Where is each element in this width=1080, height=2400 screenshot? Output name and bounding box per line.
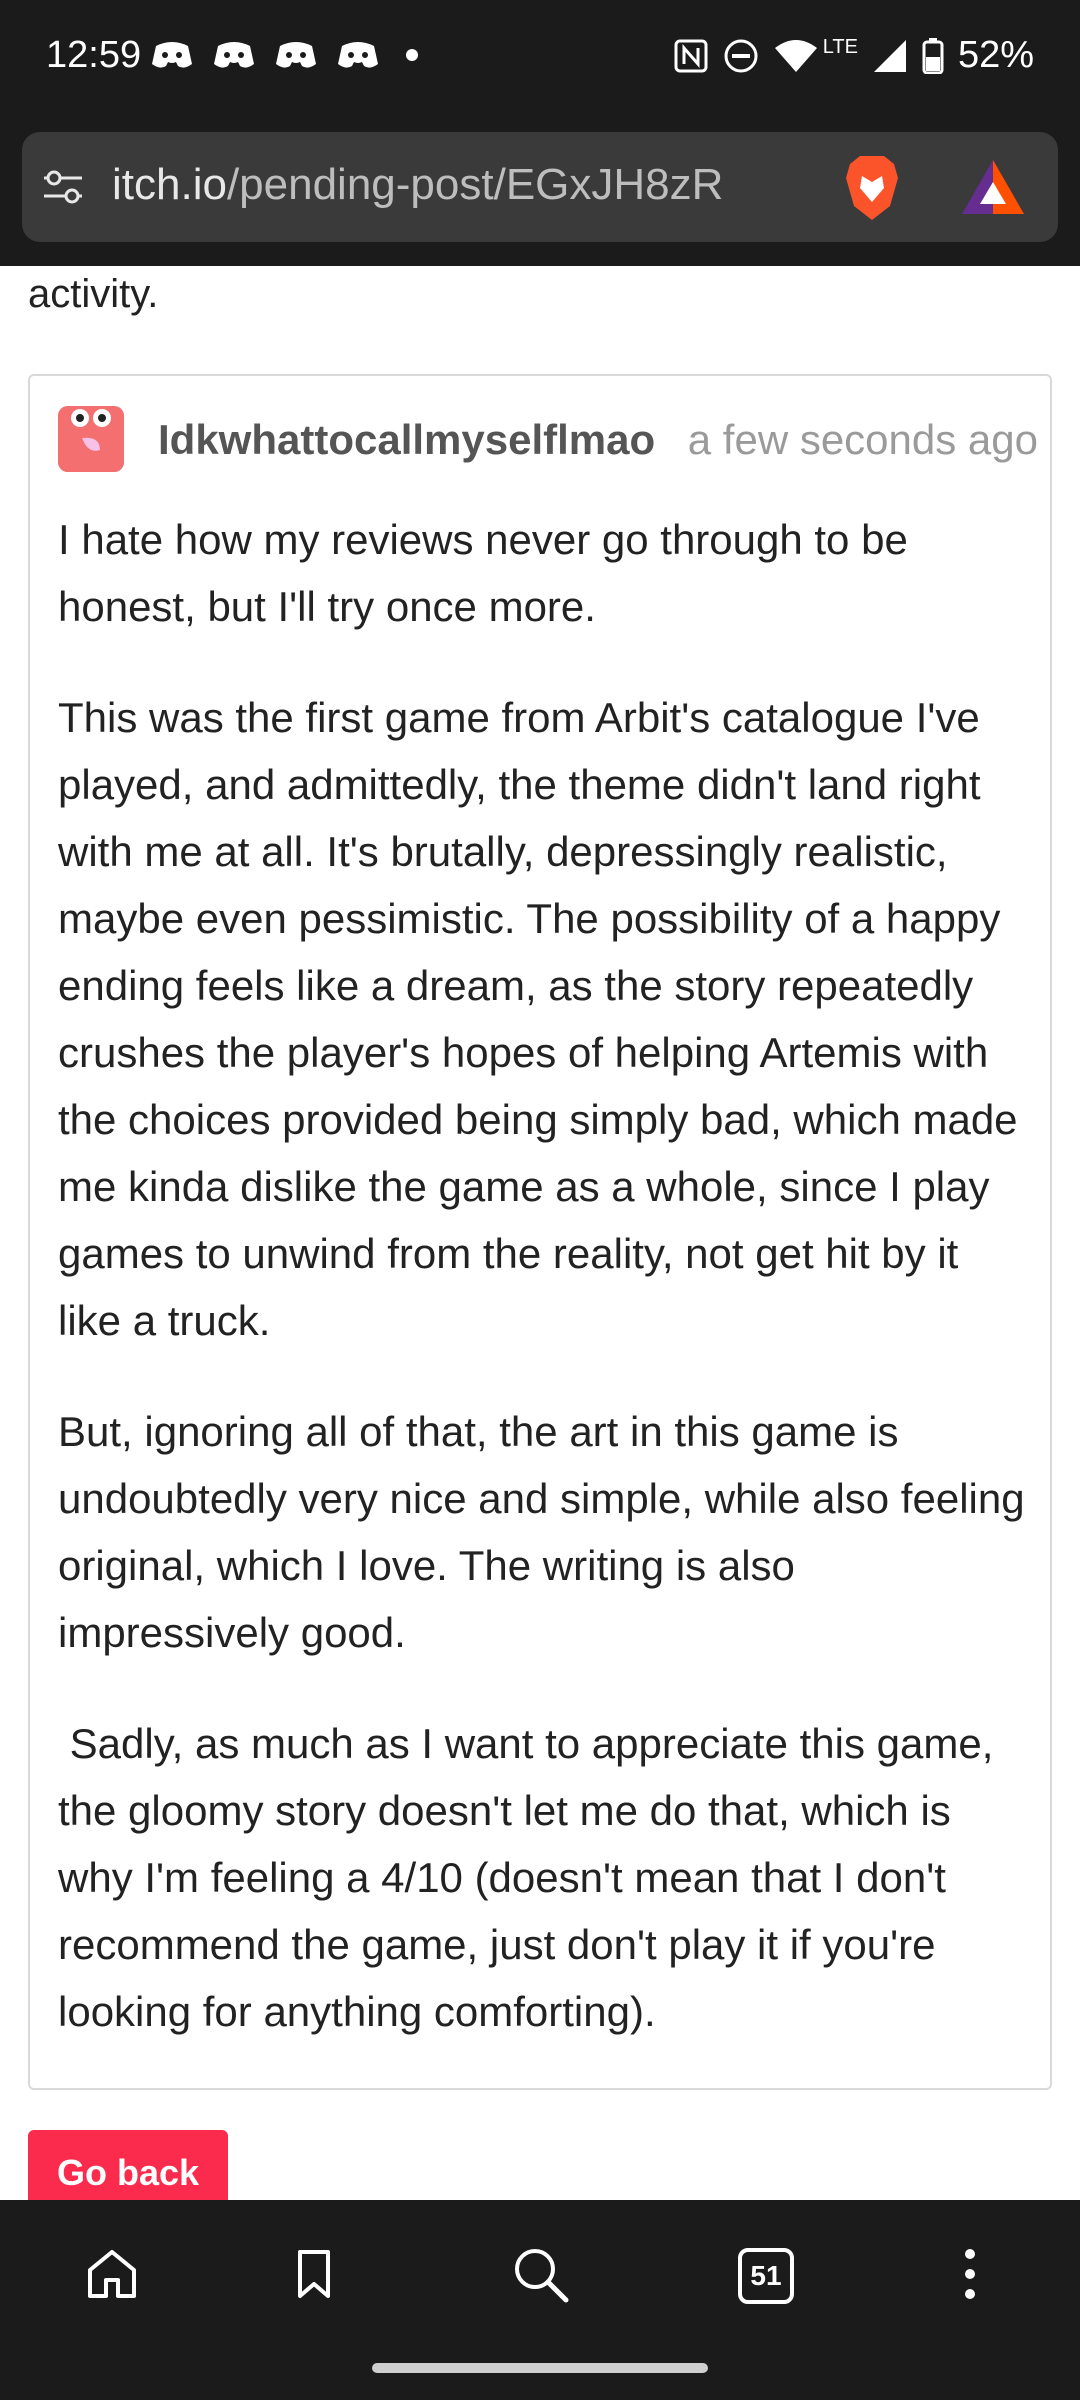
more-vertical-icon bbox=[960, 2246, 980, 2307]
avatar[interactable] bbox=[58, 406, 124, 472]
post-paragraph: But, ignoring all of that, the art in th… bbox=[58, 1408, 1025, 1656]
battery-percent: 52% bbox=[957, 34, 1034, 76]
previous-text-fragment: activity. bbox=[28, 272, 159, 316]
home-icon bbox=[84, 2246, 140, 2307]
post-paragraph: Sadly, as much as I want to appreciate t… bbox=[58, 1720, 1006, 2035]
home-button[interactable] bbox=[72, 2236, 152, 2316]
brave-rewards-icon[interactable] bbox=[960, 158, 1026, 221]
notification-icons bbox=[150, 38, 418, 72]
pending-post-card: Idkwhattocallmyselflmao a few seconds ag… bbox=[28, 374, 1052, 2090]
browser-toolbar: itch.io/pending-post/EGxJH8zR bbox=[0, 118, 1080, 266]
post-timestamp: a few seconds ago bbox=[687, 416, 1038, 463]
post-paragraph: This was the first game from Arbit's cat… bbox=[58, 694, 1018, 1344]
search-icon bbox=[510, 2244, 570, 2309]
nfc-icon bbox=[673, 38, 709, 74]
site-settings-icon[interactable] bbox=[40, 164, 86, 215]
discord-icon bbox=[212, 38, 256, 72]
url-domain: itch.io bbox=[112, 160, 227, 209]
discord-icon bbox=[336, 38, 380, 72]
go-back-button[interactable]: Go back bbox=[28, 2130, 228, 2200]
status-right: LTE 52% bbox=[673, 34, 1034, 77]
bookmark-icon bbox=[286, 2246, 342, 2307]
post-paragraph: I hate how my reviews never go through t… bbox=[58, 516, 908, 630]
post-header: Idkwhattocallmyselflmao a few seconds ag… bbox=[30, 376, 1050, 496]
menu-button[interactable] bbox=[930, 2236, 1010, 2316]
url-text[interactable]: itch.io/pending-post/EGxJH8zR bbox=[112, 160, 723, 210]
post-body: I hate how my reviews never go through t… bbox=[58, 506, 1028, 2089]
bookmarks-button[interactable] bbox=[274, 2236, 354, 2316]
discord-icon bbox=[274, 38, 318, 72]
discord-icon bbox=[150, 38, 194, 72]
brave-shields-icon[interactable] bbox=[842, 154, 902, 227]
browser-bottom-bar: 51 bbox=[0, 2200, 1080, 2400]
signal-icon bbox=[872, 38, 908, 74]
url-path: /pending-post/EGxJH8zR bbox=[226, 160, 724, 209]
status-time: 12:59 bbox=[46, 34, 142, 76]
do-not-disturb-icon bbox=[723, 38, 759, 74]
status-bar: 12:59 LTE 52% bbox=[0, 0, 1080, 118]
more-notifications-dot-icon bbox=[406, 49, 418, 61]
wifi-icon bbox=[773, 38, 819, 74]
battery-icon bbox=[922, 37, 944, 74]
post-username[interactable]: Idkwhattocallmyselflmao bbox=[158, 416, 655, 464]
search-button[interactable] bbox=[500, 2236, 580, 2316]
tabs-button[interactable]: 51 bbox=[726, 2236, 806, 2316]
gesture-home-indicator[interactable] bbox=[372, 2363, 708, 2373]
lte-label: LTE bbox=[822, 36, 858, 58]
page-content: activity. Idkwhattocallmyselflmao a few … bbox=[0, 266, 1080, 2200]
tab-count: 51 bbox=[750, 2260, 782, 2291]
address-bar[interactable]: itch.io/pending-post/EGxJH8zR bbox=[22, 132, 1058, 242]
